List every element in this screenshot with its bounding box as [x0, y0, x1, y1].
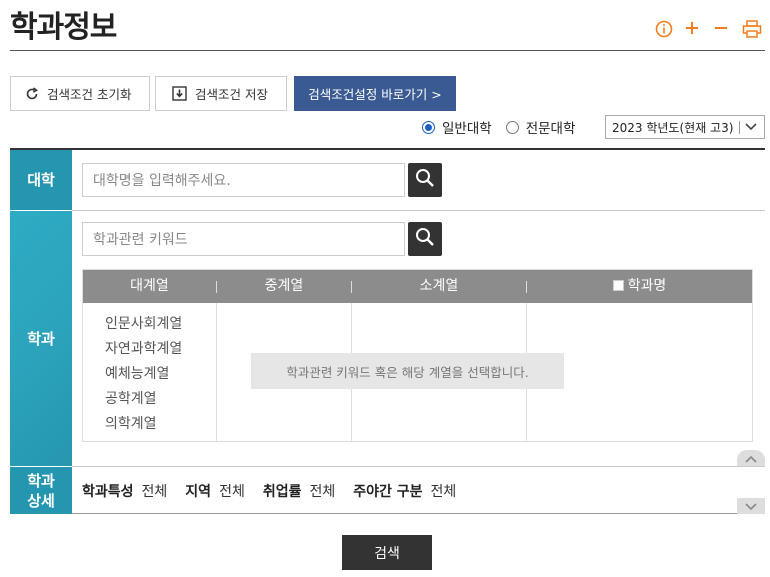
detail-label-line2: 상세	[27, 491, 55, 510]
detail-filter-row: 학과특성 전체 지역 전체 취업률 전체 주야간 구분 전체	[82, 481, 456, 501]
filter-value[interactable]: 전체	[142, 484, 168, 500]
page-title: 학과정보	[10, 10, 117, 45]
radio-junior-college[interactable]: 전문대학	[505, 117, 576, 137]
detail-label-line1: 학과	[27, 471, 55, 490]
filter-name: 학과특성	[82, 484, 134, 500]
major-keyword-input[interactable]: 학과관련 키워드	[82, 222, 405, 256]
header-mid-category: 중계열	[264, 278, 304, 294]
major-category-list: 인문사회계열 자연과학계열 예체능계열 공학계열 의학계열	[105, 312, 182, 437]
category-item[interactable]: 인문사회계열	[105, 312, 182, 337]
chevron-up-icon	[744, 449, 758, 468]
category-table-header: 대계열 중계열 소계열 학과명	[83, 270, 752, 303]
goto-search-settings-button[interactable]: 검색조건설정 바로가기 >	[294, 76, 456, 111]
major-section-label: 학과	[10, 211, 72, 466]
refresh-icon	[25, 86, 39, 101]
radio-general-university[interactable]: 일반대학	[422, 117, 492, 137]
header-sub-category: 소계열	[419, 278, 459, 294]
detail-section-label: 학과 상세	[10, 467, 72, 514]
category-item[interactable]: 예체능계열	[105, 362, 182, 387]
category-item[interactable]: 자연과학계열	[105, 337, 182, 362]
column-divider	[216, 303, 217, 441]
major-search-button[interactable]	[408, 222, 442, 256]
university-search-placeholder: 대학명을 입력해주세요.	[93, 173, 231, 189]
search-panel: 대학 학과 학과 상세 대학명을 입력해주세요. 학과관련 키워드 대계열 중계…	[10, 148, 765, 514]
filter-day-night[interactable]: 주야간 구분 전체	[353, 481, 456, 501]
row-divider	[72, 466, 765, 467]
header-major-name: 학과명	[527, 270, 752, 303]
category-item[interactable]: 의학계열	[105, 412, 182, 437]
collapse-button[interactable]	[737, 450, 765, 466]
filter-region[interactable]: 지역 전체	[185, 481, 245, 501]
select-divider	[739, 121, 740, 134]
university-search-input[interactable]: 대학명을 입력해주세요.	[82, 163, 405, 197]
category-item[interactable]: 공학계열	[105, 387, 182, 412]
radio-label-general: 일반대학	[442, 121, 492, 137]
chevron-down-icon	[744, 497, 758, 516]
filter-employment-rate[interactable]: 취업률 전체	[263, 481, 335, 501]
school-type-radio-group: 일반대학 전문대학	[422, 117, 589, 137]
radio-circle[interactable]	[505, 120, 519, 134]
chevron-down-icon	[744, 119, 758, 136]
search-icon	[415, 168, 435, 192]
expand-detail-button[interactable]	[737, 498, 765, 514]
filter-name: 주야간 구분	[353, 484, 423, 500]
top-icon-bar	[655, 20, 762, 40]
radio-circle-selected[interactable]	[422, 120, 435, 134]
filter-value[interactable]: 전체	[309, 484, 335, 500]
selection-hint: 학과관련 키워드 혹은 해당 계열을 선택합니다.	[251, 353, 564, 389]
info-icon[interactable]	[655, 20, 675, 40]
plus-icon[interactable]	[684, 20, 704, 40]
year-select[interactable]: 2023 학년도(현재 고3)	[605, 115, 765, 139]
filter-major-trait[interactable]: 학과특성 전체	[82, 481, 167, 501]
university-section-label: 대학	[10, 150, 72, 210]
reset-search-label: 검색조건 초기화	[47, 87, 132, 102]
minus-icon[interactable]	[713, 20, 733, 40]
header-major-name-label: 학과명	[627, 278, 667, 294]
major-keyword-placeholder: 학과관련 키워드	[93, 232, 188, 248]
university-search-button[interactable]	[408, 163, 442, 197]
filter-value[interactable]: 전체	[219, 484, 245, 500]
header-major-category: 대계열	[130, 278, 169, 294]
search-icon	[415, 227, 435, 251]
print-icon[interactable]	[742, 20, 762, 40]
category-table: 대계열 중계열 소계열 학과명 인문사회계열 자연과학계열 예체능계열 공학계열…	[82, 269, 753, 442]
reset-search-button[interactable]: 검색조건 초기화	[10, 76, 150, 111]
major-name-checkbox[interactable]	[612, 280, 624, 291]
download-icon	[172, 86, 187, 101]
year-select-value: 2023 학년도(현재 고3)	[612, 120, 734, 135]
title-divider	[10, 50, 765, 51]
filter-name: 취업률	[262, 484, 302, 500]
filter-name: 지역	[185, 484, 212, 500]
radio-label-junior: 전문대학	[525, 121, 576, 137]
row-divider	[72, 210, 765, 211]
save-search-button[interactable]: 검색조건 저장	[155, 76, 287, 111]
filter-value[interactable]: 전체	[431, 484, 457, 500]
save-search-label: 검색조건 저장	[195, 87, 268, 102]
search-button[interactable]: 검색	[342, 535, 432, 570]
